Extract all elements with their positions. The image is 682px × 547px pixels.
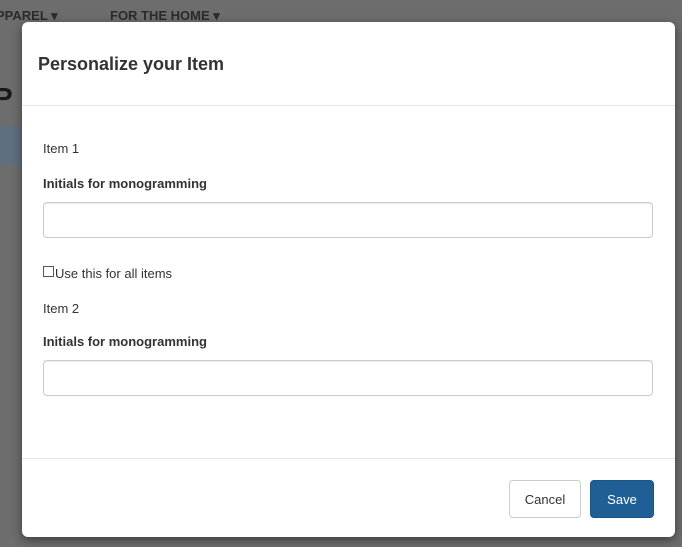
item-1-initials-input[interactable] <box>43 202 653 238</box>
item-1-label: Item 1 <box>43 141 80 156</box>
background-heading: P <box>0 82 13 113</box>
personalize-modal: Personalize your Item Item 1 Initials fo… <box>22 22 675 537</box>
item-2-initials-input[interactable] <box>43 360 653 396</box>
use-for-all-checkbox[interactable] <box>43 266 54 277</box>
use-for-all-label: Use this for all items <box>55 266 173 281</box>
modal-footer: Cancel Save <box>22 458 675 537</box>
save-button[interactable]: Save <box>590 480 654 518</box>
item-2-label: Item 2 <box>43 301 80 316</box>
item-1-initials-label: Initials for monogramming <box>43 176 207 191</box>
modal-header: Personalize your Item <box>22 22 675 106</box>
use-for-all-checkbox-row[interactable]: Use this for all items <box>43 266 172 281</box>
cancel-button[interactable]: Cancel <box>509 480 581 518</box>
modal-title: Personalize your Item <box>38 54 225 74</box>
item-2-initials-label: Initials for monogramming <box>43 334 207 349</box>
